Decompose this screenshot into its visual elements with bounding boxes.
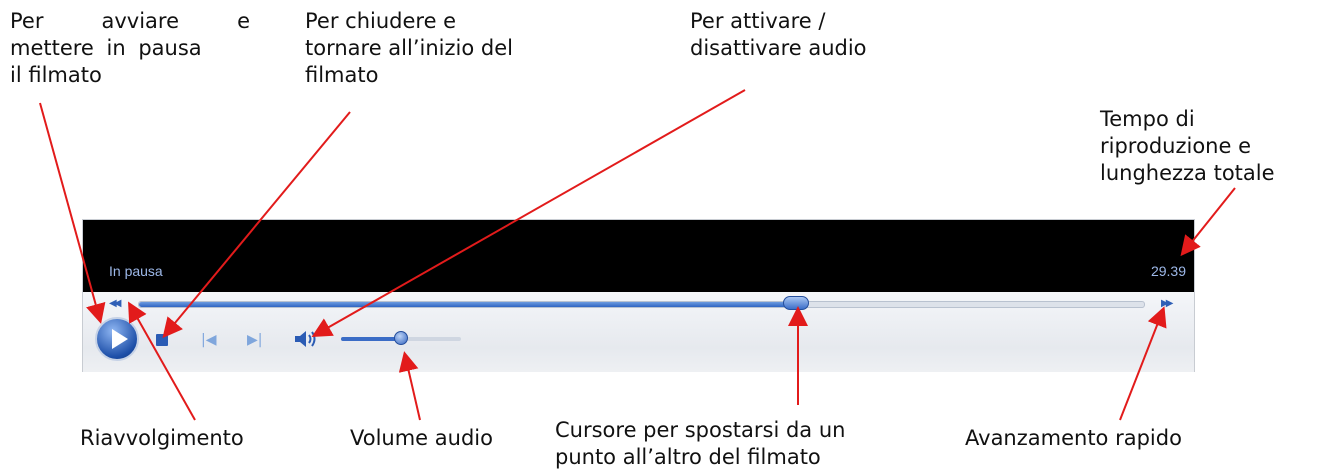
speaker-icon[interactable] [293,328,319,350]
controls-bar: ◀◀ ▶▶ |◀ ▶| [83,292,1194,372]
volume-level [341,337,401,341]
seek-bar[interactable] [138,301,1145,308]
annotation-volume: Volume audio [350,426,493,450]
playback-status: In pausa [109,263,163,279]
video-area[interactable]: In pausa 29.39 [83,220,1194,292]
annotation-rewind: Riavvolgimento [80,426,244,450]
annotation-text: Cursore per spostarsi da un [555,418,846,442]
annotation-text: lunghezza totale [1100,161,1275,185]
annotation-stop: Per chiudere e tornare all’inizio del fi… [305,8,513,89]
annotation-text: Tempo di [1100,107,1195,131]
annotation-fast-forward: Avanzamento rapido [965,426,1182,450]
rewind-icon[interactable]: ◀◀ [109,298,122,309]
stop-button[interactable] [156,334,168,346]
annotation-text: disattivare audio [690,36,867,60]
annotation-time: Tempo di riproduzione e lunghezza totale [1100,106,1275,187]
volume-slider[interactable] [341,331,461,345]
fast-forward-icon[interactable]: ▶▶ [1161,298,1174,309]
annotation-text: Per chiudere e [305,9,457,33]
annotation-text: punto all’altro del filmato [555,445,821,469]
annotation-mute: Per attivare / disattivare audio [690,8,867,62]
volume-thumb[interactable] [394,331,408,345]
next-icon[interactable]: ▶| [247,332,262,348]
annotation-seek: Cursore per spostarsi da un punto all’al… [555,417,845,471]
annotation-text: Per [10,9,44,33]
seek-thumb[interactable] [783,296,810,310]
annotation-text: tornare all’inizio del [305,36,513,60]
annotation-text: e [237,9,250,33]
annotation-text: filmato [305,63,379,87]
annotation-text: mettere in pausa [10,36,202,60]
annotation-text: avviare [101,9,180,33]
media-player: In pausa 29.39 ◀◀ ▶▶ |◀ ▶| [82,219,1195,372]
annotation-text: riproduzione e [1100,134,1251,158]
seek-progress [139,302,798,307]
annotation-text: il filmato [10,63,102,87]
play-button[interactable] [95,317,139,361]
previous-icon[interactable]: |◀ [201,332,216,348]
playback-time: 29.39 [1150,263,1186,279]
annotation-text: Per attivare / [690,9,826,33]
annotation-play-pause: Per avviare e mettere in pausa il filmat… [10,8,250,89]
